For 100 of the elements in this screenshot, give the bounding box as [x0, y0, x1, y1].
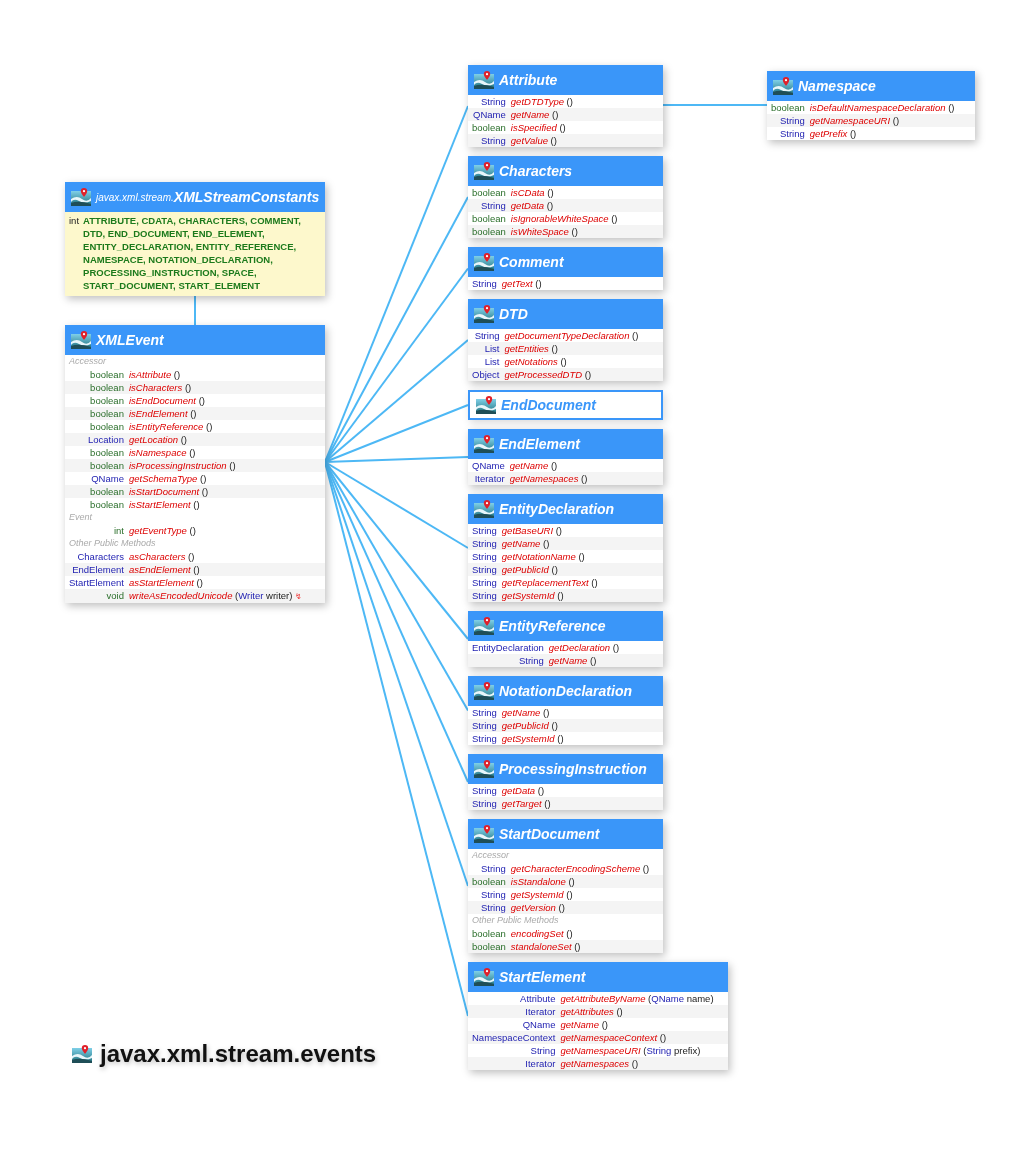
parameter-list: (): [200, 473, 207, 484]
method-name: getValue: [510, 135, 548, 146]
parameter-list: (): [198, 395, 205, 406]
method-name: getProcessedDTD: [504, 369, 583, 380]
method-name: isCData: [510, 187, 545, 198]
return-type: StartElement: [68, 576, 125, 589]
return-type: String: [471, 576, 498, 589]
parameter-list: (): [601, 1019, 608, 1030]
return-type: Iterator: [524, 1057, 557, 1070]
return-type: boolean: [89, 485, 125, 498]
method-name: isStartDocument: [128, 486, 200, 497]
parameter-list: (): [196, 577, 203, 588]
parameter-list: (String prefix): [643, 1045, 701, 1056]
return-type: String: [518, 654, 545, 667]
method-name: getAttributes: [560, 1006, 614, 1017]
return-type: boolean: [471, 186, 507, 199]
method-name: getData: [501, 785, 536, 796]
method-name: asEndElement: [128, 564, 191, 575]
parameter-list: (): [571, 226, 578, 237]
method-name: getText: [501, 278, 533, 289]
return-type: List: [483, 355, 501, 368]
return-type: int: [112, 524, 125, 537]
method-name: getVersion: [510, 902, 556, 913]
return-type: QName: [521, 1018, 557, 1031]
method-name: getName: [501, 538, 541, 549]
method-name: isEndDocument: [128, 395, 196, 406]
method-name: isSpecified: [510, 122, 557, 133]
method-name: asStartElement: [128, 577, 194, 588]
parameter-list: (): [616, 1006, 623, 1017]
return-type: Object: [471, 368, 501, 381]
return-type: EntityDeclaration: [471, 641, 545, 654]
class-name: Namespace: [798, 78, 876, 94]
method-name: getNamespaces: [560, 1058, 630, 1069]
return-type: QName: [90, 472, 125, 485]
landscape-pin-icon: [474, 760, 494, 778]
method-name: getCharacterEncodingScheme: [510, 863, 641, 874]
method-name: getName: [560, 1019, 599, 1030]
return-type: String: [480, 862, 507, 875]
parameter-list: (): [557, 733, 564, 744]
parameter-list: (): [566, 96, 573, 107]
method-name: getPublicId: [501, 564, 549, 575]
landscape-pin-icon: [474, 968, 494, 986]
parameter-list: (): [631, 1058, 639, 1069]
parameter-list: (): [544, 798, 551, 809]
parameter-list: (): [537, 785, 545, 796]
return-type: String: [471, 524, 498, 537]
method-name: getSchemaType: [128, 473, 198, 484]
parameter-list: (): [180, 434, 187, 445]
return-type: boolean: [770, 101, 806, 114]
parameter-list: (): [550, 460, 558, 471]
parameter-list: (): [190, 408, 197, 419]
parameter-list: (): [642, 863, 650, 874]
parameter-list: (): [559, 122, 566, 133]
landscape-pin-icon: [72, 1045, 92, 1063]
return-type: boolean: [471, 927, 507, 940]
method-name: getSystemId: [510, 889, 564, 900]
parameter-list: (): [535, 278, 542, 289]
landscape-pin-icon: [474, 162, 494, 180]
return-type: String: [471, 706, 498, 719]
landscape-pin-icon: [71, 188, 91, 206]
class-name: Comment: [499, 254, 564, 270]
method-name: getNamespaceURI: [809, 115, 891, 126]
parameter-list: (): [173, 369, 181, 380]
return-type: String: [473, 329, 501, 342]
parameter-list: (): [551, 564, 558, 575]
parameter-list: (): [184, 382, 192, 393]
class-name: NotationDeclaration: [499, 683, 632, 699]
method-name: getNamespaces: [509, 473, 579, 484]
method-name: getName: [501, 707, 541, 718]
parameter-list: (): [201, 486, 209, 497]
method-name: getPrefix: [809, 128, 848, 139]
parameter-list: (): [566, 928, 573, 939]
return-type: QName: [471, 459, 506, 472]
landscape-pin-icon: [474, 435, 494, 453]
return-type: String: [471, 784, 498, 797]
method-name: isEndElement: [128, 408, 188, 419]
return-type: String: [471, 537, 498, 550]
method-name: getName: [509, 460, 549, 471]
section-heading: Other Public Methods: [471, 914, 560, 927]
method-name: getLocation: [128, 434, 179, 445]
method-name: getSystemId: [501, 590, 555, 601]
parameter-list: (): [612, 642, 620, 653]
return-type: boolean: [471, 940, 507, 953]
return-type: Attribute: [519, 992, 557, 1005]
method-name: isNamespace: [128, 447, 187, 458]
return-type: String: [471, 277, 498, 290]
parameter-list: (QName name): [648, 993, 714, 1004]
return-type: boolean: [89, 420, 125, 433]
method-name: isProcessingInstruction: [128, 460, 227, 471]
return-type: boolean: [89, 446, 125, 459]
return-type: String: [480, 888, 507, 901]
class-name: DTD: [499, 306, 528, 322]
constant-type: int: [69, 214, 80, 228]
landscape-pin-icon: [474, 825, 494, 843]
parameter-list: (): [611, 213, 618, 224]
return-type: boolean: [89, 459, 125, 472]
return-type: boolean: [89, 368, 125, 381]
landscape-pin-icon: [474, 71, 494, 89]
class-name: XMLEvent: [96, 332, 164, 348]
parameter-list: (): [591, 577, 598, 588]
